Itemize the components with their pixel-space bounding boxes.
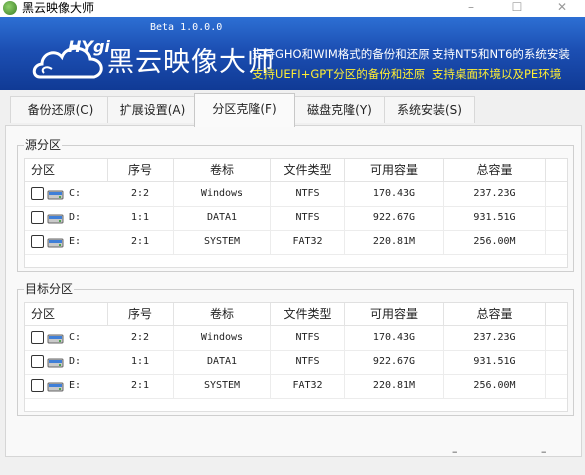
- drive-letter: D:: [69, 212, 82, 223]
- column-header-index[interactable]: 序号: [107, 159, 174, 181]
- minimize-button[interactable]: –: [448, 0, 494, 17]
- column-header-index[interactable]: 序号: [107, 303, 174, 325]
- table-row[interactable]: C: 2:2 Windows NTFS 170.43G 237.23G: [25, 182, 567, 207]
- header-banner: HYgi Beta 1.0.0.0 黑云映像大师 支持GHO和WIM格式的备份和…: [0, 17, 585, 90]
- cell-filesystem: NTFS: [271, 326, 345, 350]
- cell-index: 2:2: [107, 326, 174, 350]
- cell-index: 1:1: [107, 350, 174, 374]
- cell-volume: SYSTEM: [174, 374, 271, 398]
- table-header: 分区 序号 卷标 文件类型 可用容量 总容量: [25, 159, 567, 182]
- cell-total: 237.23G: [444, 326, 546, 350]
- cell-filesystem: NTFS: [271, 350, 345, 374]
- row-checkbox[interactable]: [31, 379, 44, 392]
- drive-icon: [47, 382, 64, 392]
- cell-volume: SYSTEM: [174, 230, 271, 254]
- table-row[interactable]: D: 1:1 DATA1 NTFS 922.67G 931.51G: [25, 350, 567, 375]
- column-header-free[interactable]: 可用容量: [345, 303, 444, 325]
- column-header-partition[interactable]: 分区: [25, 303, 108, 325]
- cell-total: 931.51G: [444, 350, 546, 374]
- column-header-filesystem[interactable]: 文件类型: [271, 303, 345, 325]
- column-header-filesystem[interactable]: 文件类型: [271, 159, 345, 181]
- feature-uefi-gpt: 支持UEFI+GPT分区的备份和还原: [252, 67, 426, 81]
- brand-title: 黑云映像大师: [107, 47, 275, 78]
- table-header: 分区 序号 卷标 文件类型 可用容量 总容量: [25, 303, 567, 326]
- table-row[interactable]: E: 2:1 SYSTEM FAT32 220.81M 256.00M: [25, 374, 567, 399]
- row-checkbox[interactable]: [31, 187, 44, 200]
- row-checkbox[interactable]: [31, 355, 44, 368]
- feature-nt5-nt6: 支持NT5和NT6的系统安装: [432, 47, 570, 61]
- cell-free: 220.81M: [345, 374, 444, 398]
- tab-backup-restore[interactable]: 备份还原(C): [10, 96, 111, 123]
- drive-icon: [47, 190, 64, 200]
- cell-free: 170.43G: [345, 326, 444, 350]
- source-group-label: 源分区: [24, 136, 63, 153]
- table-row[interactable]: C: 2:2 Windows NTFS 170.43G 237.23G: [25, 326, 567, 351]
- tab-partition-clone[interactable]: 分区克隆(F): [194, 93, 295, 127]
- column-header-volume[interactable]: 卷标: [174, 159, 271, 181]
- cell-filesystem: FAT32: [271, 230, 345, 254]
- cell-index: 2:1: [107, 374, 174, 398]
- table-row[interactable]: D: 1:1 DATA1 NTFS 922.67G 931.51G: [25, 206, 567, 231]
- table-row[interactable]: E: 2:1 SYSTEM FAT32 220.81M 256.00M: [25, 230, 567, 255]
- drive-icon: [47, 238, 64, 248]
- tab-disk-clone[interactable]: 磁盘克隆(Y): [294, 96, 385, 123]
- maximize-button[interactable]: ☐: [494, 0, 540, 17]
- scroll-right-indicator: –: [541, 445, 547, 458]
- cell-volume: Windows: [174, 182, 271, 206]
- drive-icon: [47, 334, 64, 344]
- feature-gho-wim: 支持GHO和WIM格式的备份和还原: [252, 47, 430, 61]
- source-partition-group: 源分区 分区 序号 卷标 文件类型 可用容量 总容量 C: 2:2 Window…: [17, 136, 574, 272]
- cell-total: 256.00M: [444, 374, 546, 398]
- row-checkbox[interactable]: [31, 235, 44, 248]
- logo-text: HYgi: [68, 37, 110, 56]
- cell-free: 922.67G: [345, 206, 444, 230]
- cell-index: 2:2: [107, 182, 174, 206]
- title-bar: 黑云映像大师 – ☐ ✕: [0, 0, 585, 17]
- cell-filesystem: NTFS: [271, 182, 345, 206]
- drive-letter: D:: [69, 356, 82, 367]
- tab-system-install[interactable]: 系统安装(S): [384, 96, 475, 123]
- drive-letter: C:: [69, 332, 82, 343]
- cell-free: 170.43G: [345, 182, 444, 206]
- column-header-total[interactable]: 总容量: [444, 303, 546, 325]
- version-label: Beta 1.0.0.0: [150, 22, 223, 33]
- tab-panel: 源分区 分区 序号 卷标 文件类型 可用容量 总容量 C: 2:2 Window…: [5, 125, 582, 457]
- close-button[interactable]: ✕: [539, 0, 585, 17]
- drive-letter: E:: [69, 236, 82, 247]
- drive-letter: E:: [69, 380, 82, 391]
- cell-total: 237.23G: [444, 182, 546, 206]
- column-header-partition[interactable]: 分区: [25, 159, 108, 181]
- cell-filesystem: NTFS: [271, 206, 345, 230]
- cell-index: 2:1: [107, 230, 174, 254]
- source-partition-table[interactable]: 分区 序号 卷标 文件类型 可用容量 总容量 C: 2:2 Windows NT…: [24, 158, 568, 268]
- cell-index: 1:1: [107, 206, 174, 230]
- app-icon: [3, 1, 17, 15]
- feature-desktop-pe: 支持桌面环境以及PE环境: [432, 67, 562, 81]
- cell-total: 256.00M: [444, 230, 546, 254]
- window-title: 黑云映像大师: [22, 1, 95, 15]
- target-group-label: 目标分区: [24, 280, 75, 297]
- column-header-volume[interactable]: 卷标: [174, 303, 271, 325]
- cell-free: 922.67G: [345, 350, 444, 374]
- drive-icon: [47, 214, 64, 224]
- cell-total: 931.51G: [444, 206, 546, 230]
- scroll-left-indicator: –: [452, 445, 458, 458]
- cell-free: 220.81M: [345, 230, 444, 254]
- tab-extended-settings[interactable]: 扩展设置(A): [107, 96, 198, 123]
- drive-icon: [47, 358, 64, 368]
- cell-filesystem: FAT32: [271, 374, 345, 398]
- cell-volume: DATA1: [174, 350, 271, 374]
- row-checkbox[interactable]: [31, 211, 44, 224]
- cell-volume: DATA1: [174, 206, 271, 230]
- cell-volume: Windows: [174, 326, 271, 350]
- target-partition-table[interactable]: 分区 序号 卷标 文件类型 可用容量 总容量 C: 2:2 Windows NT…: [24, 302, 568, 412]
- row-checkbox[interactable]: [31, 331, 44, 344]
- column-header-free[interactable]: 可用容量: [345, 159, 444, 181]
- drive-letter: C:: [69, 188, 82, 199]
- tab-bar: 备份还原(C) 扩展设置(A) 分区克隆(F) 磁盘克隆(Y) 系统安装(S): [0, 90, 585, 127]
- column-header-total[interactable]: 总容量: [444, 159, 546, 181]
- target-partition-group: 目标分区 分区 序号 卷标 文件类型 可用容量 总容量 C: 2:2 Windo…: [17, 280, 574, 416]
